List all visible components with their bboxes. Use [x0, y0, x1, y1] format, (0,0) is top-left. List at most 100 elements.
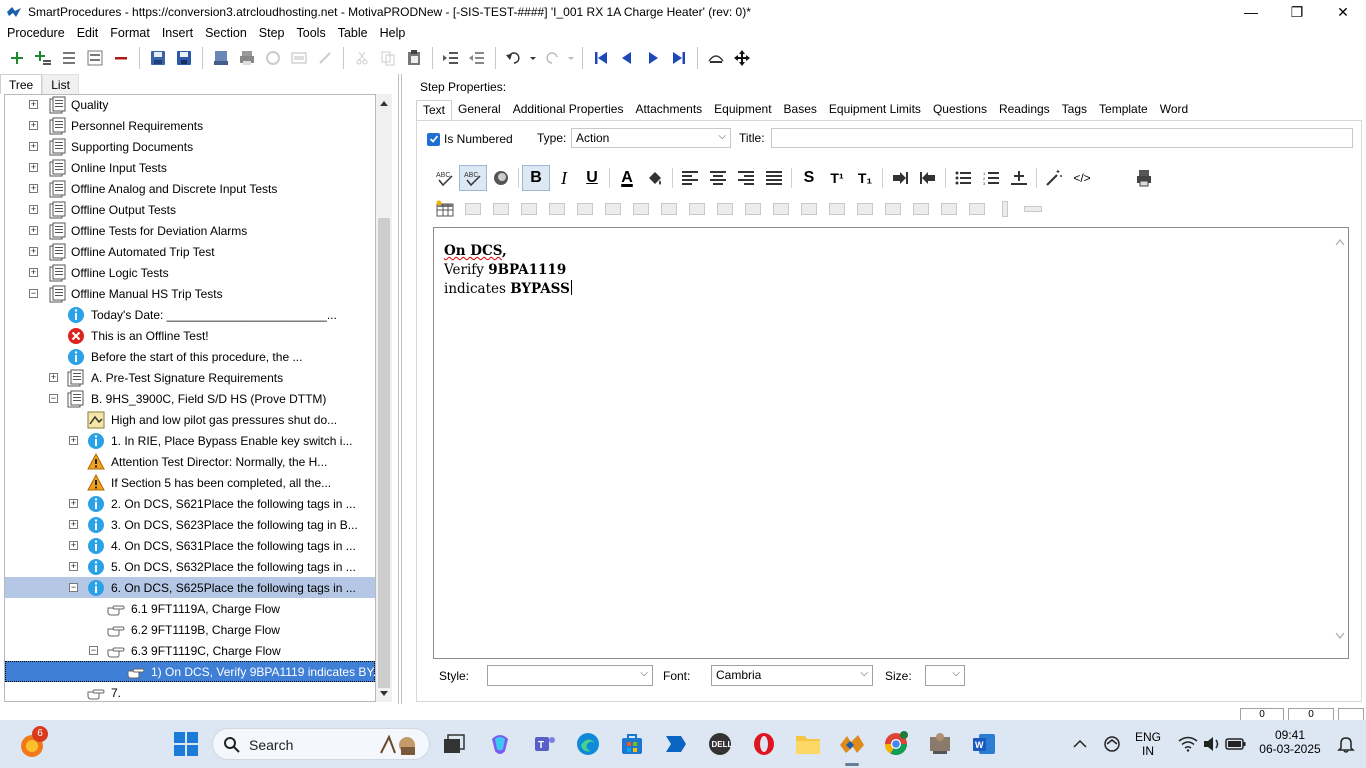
previous-icon[interactable] [614, 45, 640, 71]
horizontal-rule-icon[interactable] [1005, 165, 1033, 191]
expand-icon[interactable]: + [69, 562, 78, 571]
last-icon[interactable] [666, 45, 692, 71]
print-preview-icon[interactable] [1130, 165, 1158, 191]
italic-button[interactable]: I [550, 165, 578, 191]
tree-item[interactable]: + Offline Automated Trip Test [5, 242, 375, 263]
tree-item[interactable]: + Quality [5, 95, 375, 116]
justify-icon[interactable] [760, 165, 788, 191]
tree-item[interactable]: 6.2 9FT1119B, Charge Flow [5, 620, 375, 641]
menu-procedure[interactable]: Procedure [0, 26, 70, 40]
tree-item[interactable]: Before the start of this procedure, the … [5, 347, 375, 368]
tab-attachments[interactable]: Attachments [629, 100, 708, 120]
menu-help[interactable]: Help [373, 26, 411, 40]
menu-insert[interactable]: Insert [155, 26, 198, 40]
style-select[interactable]: ⌵ [487, 665, 653, 686]
minimize-button[interactable]: — [1228, 0, 1274, 24]
tab-text[interactable]: Text [416, 100, 453, 120]
notification-bell-icon[interactable] [1330, 728, 1362, 760]
expand-icon[interactable]: + [69, 499, 78, 508]
tree-item[interactable]: − 6.3 9FT1119C, Charge Flow [5, 641, 375, 662]
numbered-list-icon[interactable]: 123 [977, 165, 1005, 191]
expand-icon[interactable]: + [29, 142, 38, 151]
widgets-icon[interactable]: 6 [16, 726, 48, 760]
tree-item[interactable]: − B. 9HS_3900C, Field S/D HS (Prove DTTM… [5, 389, 375, 410]
tree-item[interactable]: + Offline Output Tests [5, 200, 375, 221]
tree-item[interactable]: Attention Test Director: Normally, the H… [5, 452, 375, 473]
tree-item[interactable]: Today's Date: ________________________..… [5, 305, 375, 326]
tree-item[interactable]: 7. [5, 683, 375, 701]
expand-icon[interactable]: + [29, 121, 38, 130]
tree-item[interactable]: This is an Offline Test! [5, 326, 375, 347]
show-hidden-icons-chevron-up-icon[interactable] [1064, 728, 1096, 760]
collapse-icon[interactable]: − [49, 394, 58, 403]
is-numbered-checkbox[interactable] [427, 132, 440, 146]
dell-icon[interactable]: DELL [704, 728, 736, 760]
save-icon[interactable] [171, 45, 197, 71]
undo-dropdown-icon[interactable] [527, 45, 539, 71]
taskbar-search[interactable]: Search [212, 728, 430, 760]
tab-equipment[interactable]: Equipment [708, 100, 777, 120]
bold-button[interactable]: B [522, 165, 550, 191]
tree-scrollbar[interactable] [376, 94, 392, 702]
strikethrough-button[interactable]: S [795, 165, 823, 191]
save-all-icon[interactable] [145, 45, 171, 71]
expand-icon[interactable]: + [29, 205, 38, 214]
scroll-down-icon[interactable] [379, 690, 389, 698]
add-child-icon[interactable] [30, 45, 56, 71]
tree-item[interactable]: 6.1 9FT1119A, Charge Flow [5, 599, 375, 620]
increase-indent-icon[interactable] [886, 165, 914, 191]
expand-icon[interactable]: + [29, 247, 38, 256]
close-button[interactable]: ✕ [1320, 0, 1366, 24]
indent-icon[interactable] [438, 45, 464, 71]
menu-section[interactable]: Section [198, 26, 252, 40]
tab-tree[interactable]: Tree [0, 74, 43, 94]
tree-item[interactable]: + Personnel Requirements [5, 116, 375, 137]
scroll-up-icon[interactable] [379, 99, 389, 107]
tree-item[interactable]: + Online Input Tests [5, 158, 375, 179]
superscript-button[interactable]: T¹ [823, 165, 851, 191]
expand-icon[interactable]: + [29, 268, 38, 277]
tree-item[interactable]: + 3. On DCS, S623Place the following tag… [5, 515, 375, 536]
expand-icon[interactable]: + [29, 184, 38, 193]
task-view-icon[interactable] [438, 728, 470, 760]
tab-general[interactable]: General [452, 100, 507, 120]
type-select[interactable]: Action ⌵ [571, 128, 731, 148]
expand-icon[interactable]: + [29, 100, 38, 109]
size-select[interactable]: ⌵ [925, 665, 965, 686]
battery-icon[interactable] [1220, 728, 1252, 760]
bullet-list-icon[interactable] [949, 165, 977, 191]
underline-button[interactable]: U [578, 165, 606, 191]
find-icon[interactable] [703, 45, 729, 71]
title-input[interactable] [771, 128, 1353, 148]
tree-item[interactable]: + A. Pre-Test Signature Requirements [5, 368, 375, 389]
outline-icon[interactable] [82, 45, 108, 71]
tree-item[interactable]: If Section 5 has been completed, all the… [5, 473, 375, 494]
align-center-icon[interactable] [704, 165, 732, 191]
pane-splitter[interactable] [398, 74, 402, 704]
export-icon[interactable] [208, 45, 234, 71]
tab-bases[interactable]: Bases [778, 100, 823, 120]
menu-tools[interactable]: Tools [290, 26, 331, 40]
first-icon[interactable] [588, 45, 614, 71]
tab-word[interactable]: Word [1154, 100, 1194, 120]
tab-tags[interactable]: Tags [1056, 100, 1093, 120]
maximize-button[interactable]: ❐ [1274, 0, 1320, 24]
print-icon[interactable] [234, 45, 260, 71]
tab-readings[interactable]: Readings [993, 100, 1056, 120]
opera-icon[interactable] [748, 728, 780, 760]
menu-step[interactable]: Step [252, 26, 290, 40]
scroll-thumb[interactable] [378, 218, 390, 688]
outdent-icon[interactable] [464, 45, 490, 71]
source-code-button[interactable]: </> [1068, 165, 1096, 191]
clock[interactable]: 09:41 06-03-2025 [1254, 728, 1326, 756]
tree-item[interactable]: + 4. On DCS, S631Place the following tag… [5, 536, 375, 557]
word-icon[interactable]: W [968, 728, 1000, 760]
next-icon[interactable] [640, 45, 666, 71]
collapse-icon[interactable]: − [69, 583, 78, 592]
scroll-down-icon[interactable] [1335, 632, 1345, 640]
menu-format[interactable]: Format [103, 26, 155, 40]
spellcheck-as-you-type-icon[interactable]: ABC [459, 165, 487, 191]
subscript-button[interactable]: T₁ [851, 165, 879, 191]
chrome-icon[interactable] [880, 728, 912, 760]
decrease-indent-icon[interactable] [914, 165, 942, 191]
